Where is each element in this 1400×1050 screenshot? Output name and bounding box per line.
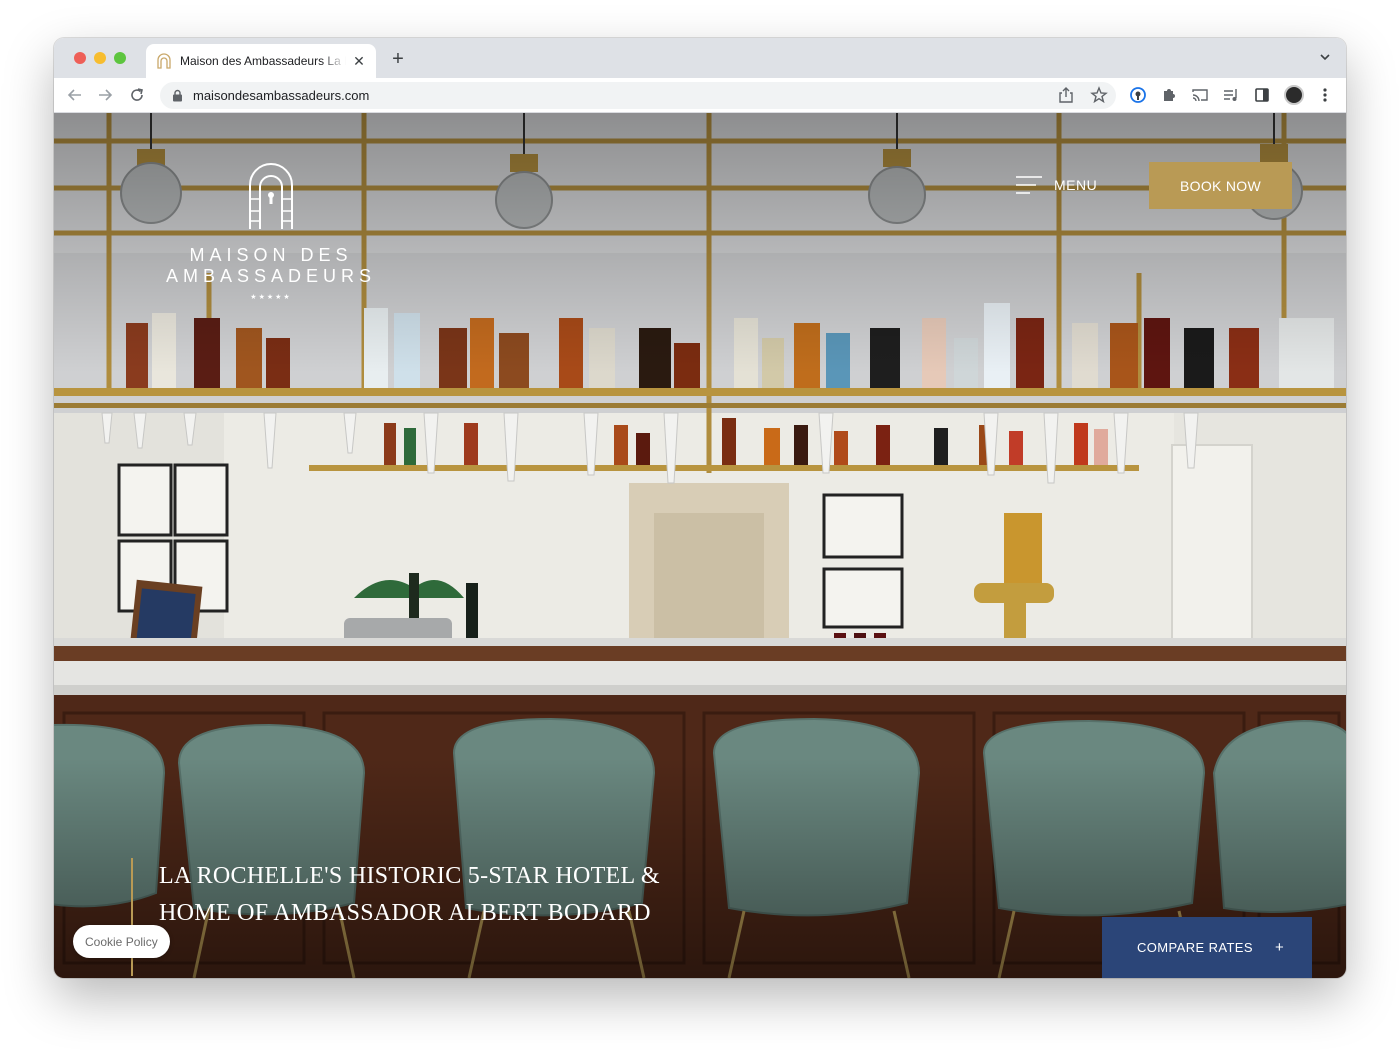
puzzle-icon[interactable] — [1160, 86, 1178, 104]
tagline-line-1: LA ROCHELLE'S HISTORIC 5-STAR HOTEL & — [159, 863, 660, 889]
menu-label: MENU — [1054, 177, 1098, 193]
tab-search-chevron-icon[interactable] — [1318, 50, 1332, 64]
arch-favicon-icon — [157, 53, 171, 69]
close-window-button[interactable] — [74, 52, 86, 64]
tab-title: Maison des Ambassadeurs La Rochelle — [180, 54, 346, 68]
password-manager-icon[interactable] — [1129, 86, 1147, 104]
new-tab-button[interactable]: + — [388, 48, 408, 71]
kebab-menu-icon[interactable] — [1316, 86, 1334, 104]
tab-strip: Maison des Ambassadeurs La Rochelle ✕ + — [54, 38, 1346, 78]
tagline-line-2: HOME OF AMBASSADOR ALBERT BODARD — [159, 900, 651, 926]
media-control-icon[interactable] — [1222, 86, 1240, 104]
star-icon[interactable] — [1090, 86, 1108, 104]
address-bar[interactable]: maisondesambassadeurs.com — [160, 82, 1116, 109]
compare-rates-label: COMPARE RATES — [1137, 940, 1253, 955]
menu-button[interactable]: MENU — [1014, 175, 1097, 195]
book-now-button[interactable]: BOOK NOW — [1149, 162, 1292, 209]
url-text: maisondesambassadeurs.com — [193, 88, 370, 103]
minimize-window-button[interactable] — [94, 52, 106, 64]
back-arrow-icon[interactable] — [66, 86, 84, 104]
plus-icon: + — [1274, 939, 1285, 956]
arch-logo-icon — [249, 163, 293, 229]
forward-arrow-icon[interactable] — [96, 86, 114, 104]
maximize-window-button[interactable] — [114, 52, 126, 64]
web-page: MAISON DES AMBASSADEURS ★★★★★ MENU BOOK … — [54, 113, 1346, 978]
profile-avatar[interactable] — [1284, 85, 1304, 105]
reload-icon[interactable] — [128, 86, 146, 104]
share-icon[interactable] — [1058, 86, 1074, 104]
browser-window: Maison des Ambassadeurs La Rochelle ✕ + … — [54, 38, 1346, 978]
browser-toolbar: maisondesambassadeurs.com — [54, 78, 1346, 113]
cast-icon[interactable] — [1191, 86, 1209, 104]
logo-text: MAISON DES AMBASSADEURS — [165, 245, 377, 286]
cookie-policy-button[interactable]: Cookie Policy — [73, 925, 170, 958]
hamburger-icon — [1016, 176, 1042, 194]
compare-rates-button[interactable]: COMPARE RATES + — [1102, 917, 1312, 978]
lock-icon — [173, 89, 182, 102]
tab-close-icon[interactable]: ✕ — [352, 53, 366, 70]
hero-tagline: LA ROCHELLE'S HISTORIC 5-STAR HOTEL & HO… — [131, 858, 660, 976]
browser-tab[interactable]: Maison des Ambassadeurs La Rochelle ✕ — [146, 44, 376, 78]
site-logo[interactable]: MAISON DES AMBASSADEURS ★★★★★ — [106, 159, 436, 301]
side-panel-icon[interactable] — [1253, 86, 1271, 104]
logo-stars: ★★★★★ — [250, 294, 292, 301]
